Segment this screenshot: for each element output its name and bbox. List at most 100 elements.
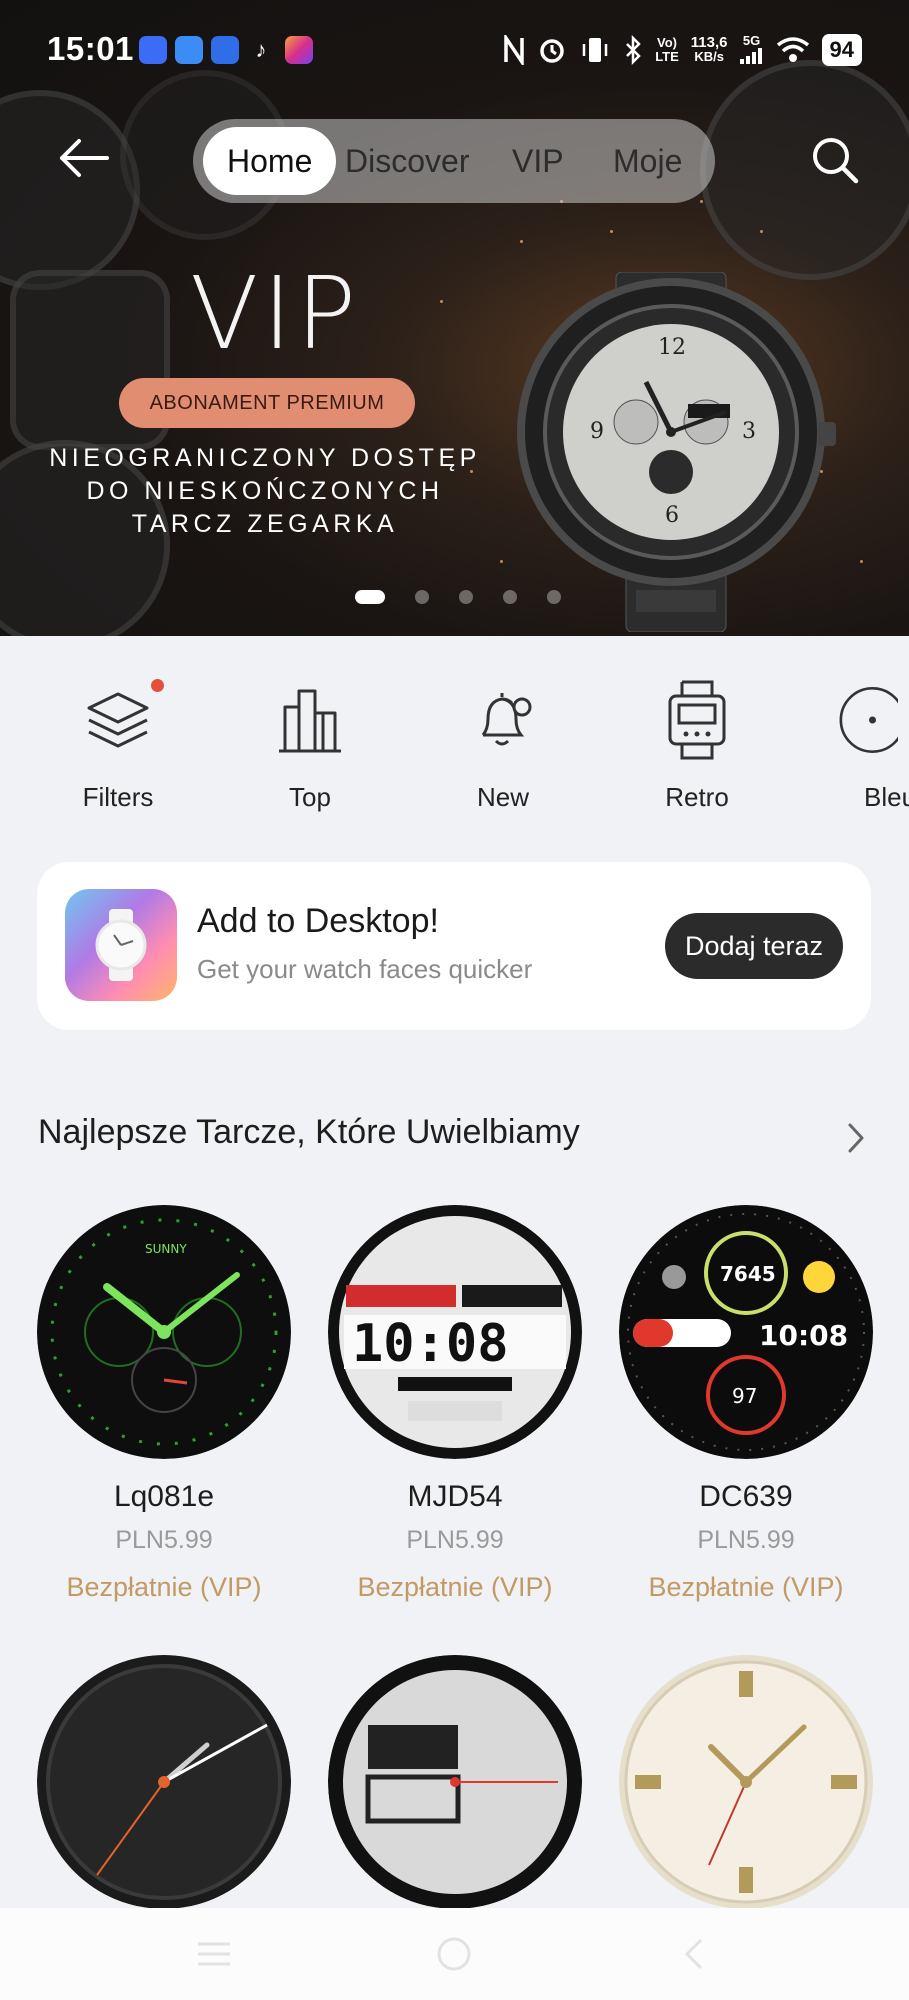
phone-app-icon [211, 36, 239, 64]
tab-moje[interactable]: Moje [613, 119, 682, 203]
watchface-dc639-preview: 7645 10:08 97 [619, 1205, 873, 1459]
watchface-price: PLN5.99 [406, 1526, 504, 1554]
watchface-lq081e-preview: SUNNY [37, 1205, 291, 1459]
back-button[interactable] [55, 130, 111, 186]
watchface-name: MJD54 [407, 1480, 503, 1513]
chevron-left-icon [684, 1938, 703, 1970]
watchface-vip-label: Bezpłatnie (VIP) [357, 1572, 553, 1602]
background-watch-face [0, 90, 140, 290]
tab-vip[interactable]: VIP [512, 119, 564, 203]
watchface-thumbnail[interactable] [619, 1655, 873, 1909]
svg-text:10:08: 10:08 [759, 1319, 848, 1352]
svg-text:7645: 7645 [720, 1262, 776, 1286]
category-label: Retro [665, 782, 729, 812]
category-retro[interactable]: Retro [622, 680, 772, 813]
system-back-button[interactable] [674, 1936, 714, 1972]
watchface-vip-label: Bezpłatnie (VIP) [66, 1572, 262, 1602]
menu-button[interactable] [194, 1936, 234, 1972]
section-more-button[interactable] [841, 1118, 871, 1158]
alarm-icon [540, 39, 564, 63]
category-label: Bleu [864, 782, 909, 812]
arrow-left-icon [60, 139, 109, 177]
category-bleu[interactable]: Bleu [818, 680, 909, 813]
category-filters[interactable]: Filters [43, 680, 193, 813]
premium-badge: ABONAMENT PREMIUM [119, 378, 415, 428]
battery-indicator: 94 [821, 34, 862, 66]
watchface-thumbnail[interactable] [328, 1655, 582, 1909]
pagination-dot[interactable] [355, 590, 385, 604]
watchface-name: DC639 [699, 1480, 793, 1513]
category-label: Filters [82, 782, 154, 812]
search-icon [813, 138, 859, 184]
watchface-dark-analog-preview [37, 1655, 291, 1909]
instagram-icon [285, 36, 313, 64]
watch-illustration-icon: 12 9 3 6 [517, 272, 836, 632]
search-button[interactable] [805, 130, 865, 190]
card-title: Add to Desktop! [197, 902, 439, 940]
signal-bars-icon [739, 47, 762, 64]
bell-icon [463, 680, 543, 760]
add-to-desktop-card: Add to Desktop! Get your watch faces qui… [37, 862, 871, 1030]
wifi-icon [776, 37, 809, 62]
add-now-button[interactable]: Dodaj teraz [665, 913, 843, 979]
system-nav-bar [0, 1908, 909, 2000]
tiktok-icon: ♪ [255, 37, 267, 62]
watchface-thumbnail[interactable]: 7645 10:08 97 [619, 1205, 873, 1459]
vibrate-icon [582, 38, 608, 62]
watchface-classic-roman-preview [619, 1655, 873, 1909]
svg-text:SUNNY: SUNNY [145, 1242, 187, 1256]
watchface-thumbnail[interactable]: 10:08 [328, 1205, 582, 1459]
app-screen: VIP ABONAMENT PREMIUM NIEOGRANICZONY DOS… [0, 0, 909, 2000]
pagination-dot[interactable] [459, 590, 473, 604]
watchface-vip-label: Bezpłatnie (VIP) [648, 1572, 844, 1602]
pagination-dot[interactable] [547, 590, 561, 604]
category-label: Top [289, 782, 331, 812]
chevron-right-icon [848, 1123, 864, 1153]
banner-line: DO NIESKOŃCZONYCH [86, 477, 444, 505]
notification-app-icon [139, 36, 167, 64]
pagination-dot[interactable] [415, 590, 429, 604]
app-logo-icon [65, 889, 177, 1001]
home-circle-icon [437, 1937, 471, 1971]
clock: 15:01 [47, 30, 134, 67]
watchface-name: Lq081e [113, 1480, 215, 1513]
pagination-dot[interactable] [503, 590, 517, 604]
category-top[interactable]: Top [235, 680, 385, 813]
watchface-thumbnail[interactable] [37, 1655, 291, 1909]
bluetooth-icon [626, 35, 641, 65]
svg-text:6: 6 [665, 503, 679, 528]
circle-dot-icon [818, 680, 898, 760]
status-bar: 15:01 ♪ Vo) LTE 113,6 KB/s 5G 94 [0, 0, 909, 100]
banner-title: VIP [190, 255, 361, 372]
new-badge-dot [151, 679, 164, 692]
tab-discover[interactable]: Discover [345, 119, 469, 203]
banner-line: TARCZ ZEGARKA [131, 510, 399, 538]
watchface-mjd54-preview: 10:08 [328, 1205, 582, 1459]
layers-icon [78, 680, 158, 760]
watchface-price: PLN5.99 [697, 1526, 795, 1554]
banner-pagination[interactable] [355, 589, 561, 605]
digital-watch-icon [657, 680, 737, 760]
signal-indicator: 5G [739, 33, 764, 67]
svg-text:9: 9 [590, 419, 604, 444]
section-title: Najlepsze Tarcze, Które Uwielbiamy [38, 1113, 580, 1151]
svg-text:3: 3 [742, 419, 756, 444]
main-tabs: Home Discover VIP Moje [193, 119, 715, 203]
menu-icon [198, 1942, 230, 1966]
nfc-icon [504, 35, 524, 65]
category-label: New [476, 782, 529, 812]
category-new[interactable]: New [428, 680, 578, 813]
home-button[interactable] [434, 1936, 474, 1972]
volte-indicator: Vo) LTE [655, 35, 679, 64]
svg-text:12: 12 [658, 335, 686, 360]
watchface-workout-preview [328, 1655, 582, 1909]
status-icons: Vo) LTE 113,6 KB/s 5G 94 [503, 30, 862, 70]
card-subtitle: Get your watch faces quicker [197, 954, 533, 984]
watchface-thumbnail[interactable]: SUNNY [37, 1205, 291, 1459]
messenger-icon [175, 36, 203, 64]
tab-home[interactable]: Home [203, 127, 337, 195]
svg-text:97: 97 [732, 1384, 757, 1408]
watchface-price: PLN5.99 [115, 1526, 213, 1554]
svg-text:10:08: 10:08 [352, 1314, 509, 1374]
buildings-icon [270, 680, 350, 760]
